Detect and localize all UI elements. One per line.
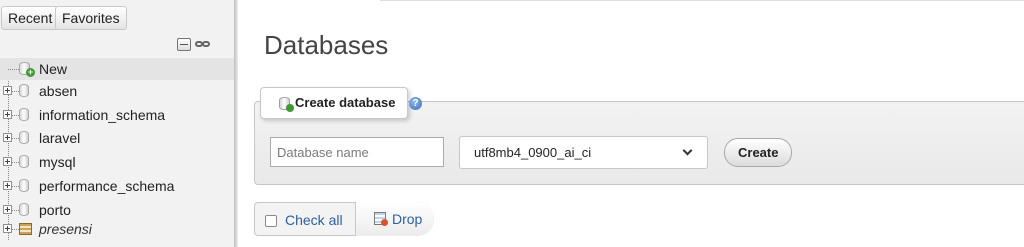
top-divider bbox=[380, 0, 1024, 1]
sidebar-item-label: porto bbox=[39, 202, 71, 218]
chevron-down-icon bbox=[682, 145, 693, 156]
sidebar-item-performance-schema[interactable]: performance_schema bbox=[0, 175, 234, 197]
sidebar-item-information-schema[interactable]: information_schema bbox=[0, 104, 234, 126]
create-database-legend: Create database ? bbox=[260, 87, 422, 119]
expand-icon[interactable] bbox=[3, 110, 12, 119]
database-icon bbox=[19, 223, 32, 235]
collapse-all-icon[interactable] bbox=[177, 38, 191, 51]
drop-label: Drop bbox=[392, 211, 423, 227]
tree-branch bbox=[12, 91, 19, 92]
database-name-input[interactable] bbox=[270, 137, 444, 167]
plus-icon bbox=[286, 104, 294, 112]
expand-icon[interactable] bbox=[3, 86, 12, 95]
database-icon bbox=[19, 108, 29, 121]
sidebar-item-absen[interactable]: absen bbox=[0, 80, 234, 102]
create-button[interactable]: Create bbox=[724, 138, 793, 167]
sidebar-item-mysql[interactable]: mysql bbox=[0, 151, 234, 173]
favorites-tab[interactable]: Favorites bbox=[55, 6, 127, 30]
sidebar-item-label: laravel bbox=[39, 130, 81, 146]
check-all-toggle[interactable]: Check all bbox=[265, 212, 343, 228]
expand-icon[interactable] bbox=[3, 205, 12, 214]
sidebar-item-label: performance_schema bbox=[39, 178, 175, 194]
check-all-label: Check all bbox=[285, 212, 343, 228]
help-icon[interactable]: ? bbox=[409, 97, 422, 110]
tree-branch bbox=[12, 138, 19, 139]
plus-icon: + bbox=[26, 67, 35, 77]
expand-icon[interactable] bbox=[3, 181, 12, 190]
tree-branch bbox=[8, 69, 19, 70]
database-icon bbox=[19, 179, 29, 192]
collation-select[interactable]: utf8mb4_0900_ai_ci bbox=[459, 136, 708, 169]
navigation-sidebar: Recent Favorites + New absen information… bbox=[0, 0, 234, 247]
sidebar-resize-handle[interactable] bbox=[234, 0, 238, 247]
database-icon bbox=[19, 84, 29, 97]
expand-icon[interactable] bbox=[3, 157, 12, 166]
tree-branch bbox=[12, 229, 19, 230]
database-icon bbox=[19, 203, 29, 216]
drop-button[interactable]: Drop bbox=[355, 202, 434, 236]
checkbox-icon[interactable] bbox=[265, 215, 277, 227]
database-icon bbox=[19, 131, 29, 144]
sidebar-item-label: New bbox=[39, 61, 68, 77]
tree-branch bbox=[12, 162, 19, 163]
sidebar-item-presensi[interactable]: presensi bbox=[0, 218, 234, 240]
sidebar-item-label: presensi bbox=[39, 221, 92, 237]
tree-branch bbox=[12, 115, 19, 116]
sidebar-item-label: information_schema bbox=[39, 107, 166, 123]
recent-tab[interactable]: Recent bbox=[1, 6, 60, 30]
expand-icon[interactable] bbox=[3, 224, 12, 233]
page-title: Databases bbox=[264, 30, 389, 60]
database-icon bbox=[19, 155, 29, 168]
link-icon[interactable] bbox=[195, 38, 211, 51]
tree-branch bbox=[12, 186, 19, 187]
sidebar-item-label: mysql bbox=[39, 154, 76, 170]
drop-icon bbox=[374, 212, 388, 226]
tree-branch bbox=[12, 210, 19, 211]
sidebar-item-label: absen bbox=[39, 83, 78, 99]
legend-label: Create database bbox=[295, 95, 396, 110]
collation-value: utf8mb4_0900_ai_ci bbox=[474, 145, 592, 160]
sidebar-item-laravel[interactable]: laravel bbox=[0, 127, 234, 149]
sidebar-item-new[interactable]: + New bbox=[0, 58, 234, 80]
expand-icon[interactable] bbox=[3, 133, 12, 142]
